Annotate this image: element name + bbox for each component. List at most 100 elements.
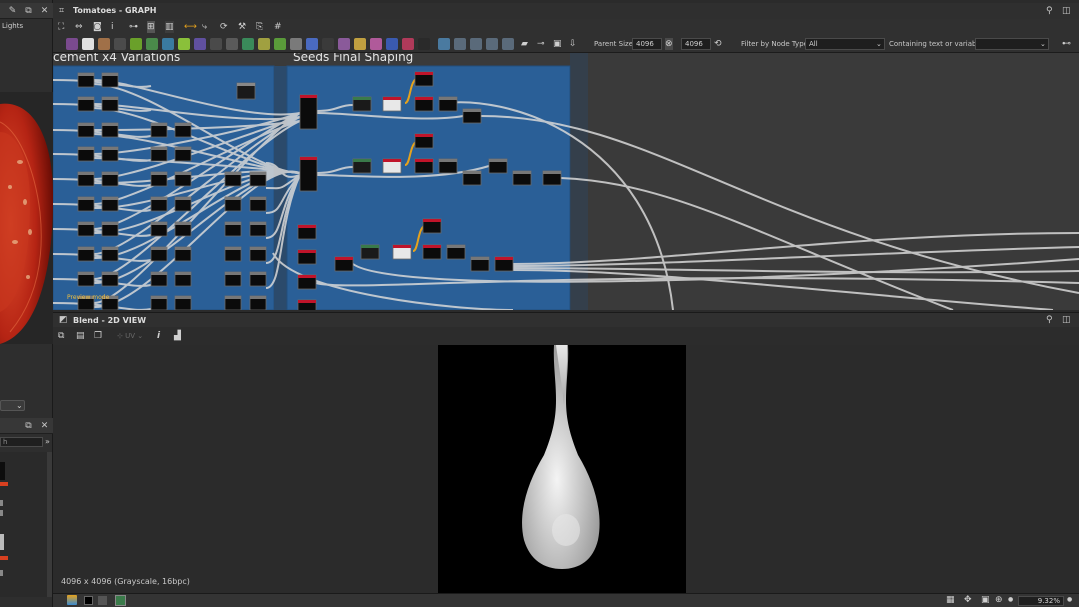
graph-node-header — [513, 171, 531, 174]
more-options-icon[interactable]: ⊷ — [1062, 38, 1071, 50]
size-select[interactable]: 4096 — [681, 38, 711, 50]
fxmap-node-icon[interactable] — [386, 38, 398, 50]
fit-icon[interactable]: ⇔ — [75, 21, 83, 33]
pixel-node-icon[interactable] — [290, 38, 302, 50]
curve-node-icon[interactable] — [178, 38, 190, 50]
input-node-icon[interactable] — [438, 38, 450, 50]
frame-all-icon[interactable]: ⛶ — [58, 21, 64, 33]
tomato-3d-preview[interactable] — [0, 92, 53, 344]
close-icon[interactable]: ✕ — [40, 7, 49, 16]
zoom-fit-icon[interactable]: ⊕ — [995, 594, 1003, 606]
link-size-icon[interactable]: ⊗ — [665, 38, 673, 50]
frame-node-icon[interactable] — [486, 38, 498, 50]
distance-node-icon[interactable] — [402, 38, 414, 50]
comment-icon[interactable]: ▰ — [521, 38, 528, 50]
tools-icon[interactable]: ⚒ — [238, 21, 246, 33]
shape-node-icon[interactable] — [354, 38, 366, 50]
save-icon[interactable]: ▤ — [76, 330, 85, 342]
graph-node-header — [225, 172, 241, 175]
directional-node-icon[interactable] — [338, 38, 350, 50]
maximize-icon[interactable]: ◫ — [1062, 315, 1071, 325]
graph-node-red[interactable] — [299, 156, 318, 192]
graph-node-header — [439, 97, 457, 100]
text-node-icon[interactable] — [322, 38, 334, 50]
maximize-icon[interactable]: ◫ — [1062, 6, 1071, 16]
normal-node-icon[interactable] — [194, 38, 206, 50]
bitmap-node-icon[interactable] — [66, 38, 78, 50]
svg-node-icon[interactable] — [306, 38, 318, 50]
channel-node-icon[interactable] — [226, 38, 238, 50]
graph-node-header — [78, 272, 94, 275]
layers-icon[interactable] — [67, 595, 77, 605]
levels-node-icon[interactable] — [146, 38, 158, 50]
view2d-canvas[interactable]: 4096 x 4096 (Grayscale, 16bpc) — [53, 345, 1079, 593]
library-list[interactable] — [0, 452, 47, 597]
close-icon[interactable]: ✕ — [40, 422, 49, 431]
pin-node-icon[interactable] — [502, 38, 514, 50]
gradient-node-icon[interactable] — [130, 38, 142, 50]
dynamic-gradient-node-icon[interactable] — [418, 38, 430, 50]
float-icon[interactable]: ⧉ — [24, 7, 33, 16]
expand-icon[interactable]: » — [45, 437, 50, 446]
link-icon[interactable]: ⟷ — [184, 21, 197, 33]
graph-node-header — [175, 172, 191, 175]
graph-node-header — [361, 245, 379, 248]
view2d-title: Blend - 2D VIEW — [73, 316, 147, 325]
export-icon[interactable]: ⎘ — [256, 21, 263, 33]
transform-node-icon[interactable] — [114, 38, 126, 50]
filter-node-type-select[interactable]: All ⌄ — [805, 38, 885, 50]
parent-size-select[interactable]: 4096 — [632, 38, 662, 50]
float-icon[interactable]: ⧉ — [24, 422, 33, 431]
pin-icon[interactable]: ⚲ — [1046, 315, 1053, 325]
graph-node-header — [353, 97, 371, 100]
emboss-node-icon[interactable] — [258, 38, 270, 50]
graph-node-header — [495, 257, 513, 260]
camera-icon[interactable]: ◙ — [93, 21, 102, 33]
uniform-color-node-icon[interactable] — [82, 38, 94, 50]
pin-icon[interactable]: ✎ — [8, 7, 17, 16]
uv-toggle[interactable]: ⊹ UV ⌄ — [117, 332, 143, 340]
grid-toggle-icon[interactable]: ▦ — [946, 594, 955, 606]
containing-text-input[interactable]: ⌄ — [975, 38, 1049, 50]
hide-links-icon[interactable]: ⊶ — [129, 21, 138, 33]
refresh-icon[interactable]: ⟳ — [220, 21, 228, 33]
graph-node-red[interactable] — [299, 94, 318, 130]
graph-node-header — [393, 245, 411, 248]
export-image-icon[interactable]: ▣ — [553, 38, 562, 50]
grid-icon[interactable]: ▥ — [165, 21, 174, 33]
preview-bg-icon[interactable] — [115, 595, 126, 606]
hsl-node-icon[interactable] — [162, 38, 174, 50]
dot-icon[interactable]: ⊸ — [537, 38, 545, 50]
comment-node-icon[interactable] — [470, 38, 482, 50]
font-node-icon[interactable] — [370, 38, 382, 50]
info-icon[interactable]: i — [157, 330, 160, 342]
fit-view-icon[interactable]: ▣ — [981, 594, 990, 606]
reset-size-icon[interactable]: ⟲ — [714, 38, 722, 50]
blur-node-icon[interactable] — [210, 38, 222, 50]
search-input[interactable]: h — [0, 437, 43, 447]
zoom-level-field[interactable]: 9.32% — [1018, 596, 1064, 606]
layout-icon[interactable]: ⊞ — [147, 21, 155, 33]
pan-icon[interactable]: ✥ — [964, 594, 972, 606]
output-node-icon[interactable] — [454, 38, 466, 50]
info-icon[interactable]: i — [111, 21, 114, 33]
graph-canvas[interactable]: cement x4 Variations Seeds Final Shaping… — [53, 53, 1079, 310]
fx-node-icon[interactable] — [274, 38, 286, 50]
warp-node-icon[interactable] — [242, 38, 254, 50]
blend-node-icon[interactable] — [98, 38, 110, 50]
pin-down-icon[interactable]: ⇩ — [569, 38, 577, 50]
graph-node-header — [225, 197, 241, 200]
grid-snap-icon[interactable]: # — [274, 21, 282, 33]
pin-icon[interactable]: ⚲ — [1046, 6, 1053, 16]
left-dock: ✎ ⧉ ✕ Lights ⌄ ⧉ ✕ h » — [0, 0, 53, 607]
library-scrollbar[interactable] — [47, 452, 52, 597]
connect-icon[interactable]: ⤷ — [202, 21, 207, 33]
graph-node-header — [250, 222, 266, 225]
black-bg-icon[interactable] — [84, 596, 93, 605]
histogram-icon[interactable]: ▟ — [174, 330, 181, 342]
copy-icon[interactable]: ❐ — [94, 330, 102, 342]
left-dropdown[interactable]: ⌄ — [0, 400, 25, 411]
checker-bg-icon[interactable] — [98, 596, 107, 605]
copy-view-icon[interactable]: ⧉ — [58, 330, 64, 342]
graph-node-header — [225, 247, 241, 250]
